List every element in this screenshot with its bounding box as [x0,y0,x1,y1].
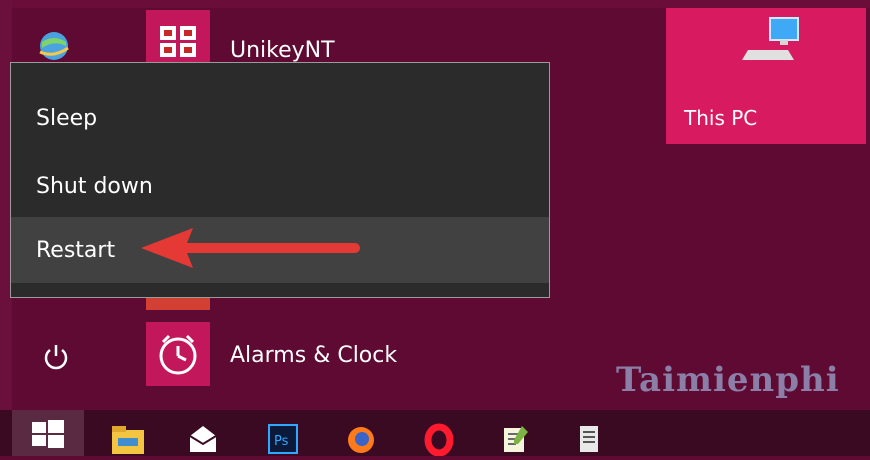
photoshop-icon[interactable]: Ps [266,422,300,456]
sleep-menu-item[interactable]: Sleep [11,85,549,151]
windows-start-icon [32,420,64,448]
alarm-clock-icon [159,334,197,375]
red-arrow-annotation [141,228,360,268]
restart-label: Restart [36,237,116,263]
start-button[interactable] [12,410,84,456]
computer-icon [742,17,799,60]
document-icon[interactable] [572,422,606,456]
alarms-tile[interactable] [146,322,210,386]
this-pc-tile[interactable]: This PC [666,8,866,144]
mail-icon[interactable] [186,422,220,456]
sleep-label: Sleep [36,105,98,131]
power-icon[interactable] [40,340,72,372]
unikey-label[interactable]: UnikeyNT [230,38,335,63]
this-pc-label: This PC [684,106,758,130]
firefox-icon[interactable] [344,422,378,456]
globe-icon[interactable] [36,28,72,64]
shut-down-menu-item[interactable]: Shut down [11,153,549,219]
taskbar: Ps [0,410,870,456]
watermark: Taimienphi [616,360,840,400]
file-explorer-icon[interactable] [108,422,148,456]
svg-text:Ps: Ps [274,434,289,449]
notepad-icon[interactable] [498,422,532,456]
opera-icon[interactable] [422,422,456,456]
shut-down-label: Shut down [36,173,153,199]
alarms-label[interactable]: Alarms & Clock [230,343,397,368]
top-edge [0,0,870,8]
